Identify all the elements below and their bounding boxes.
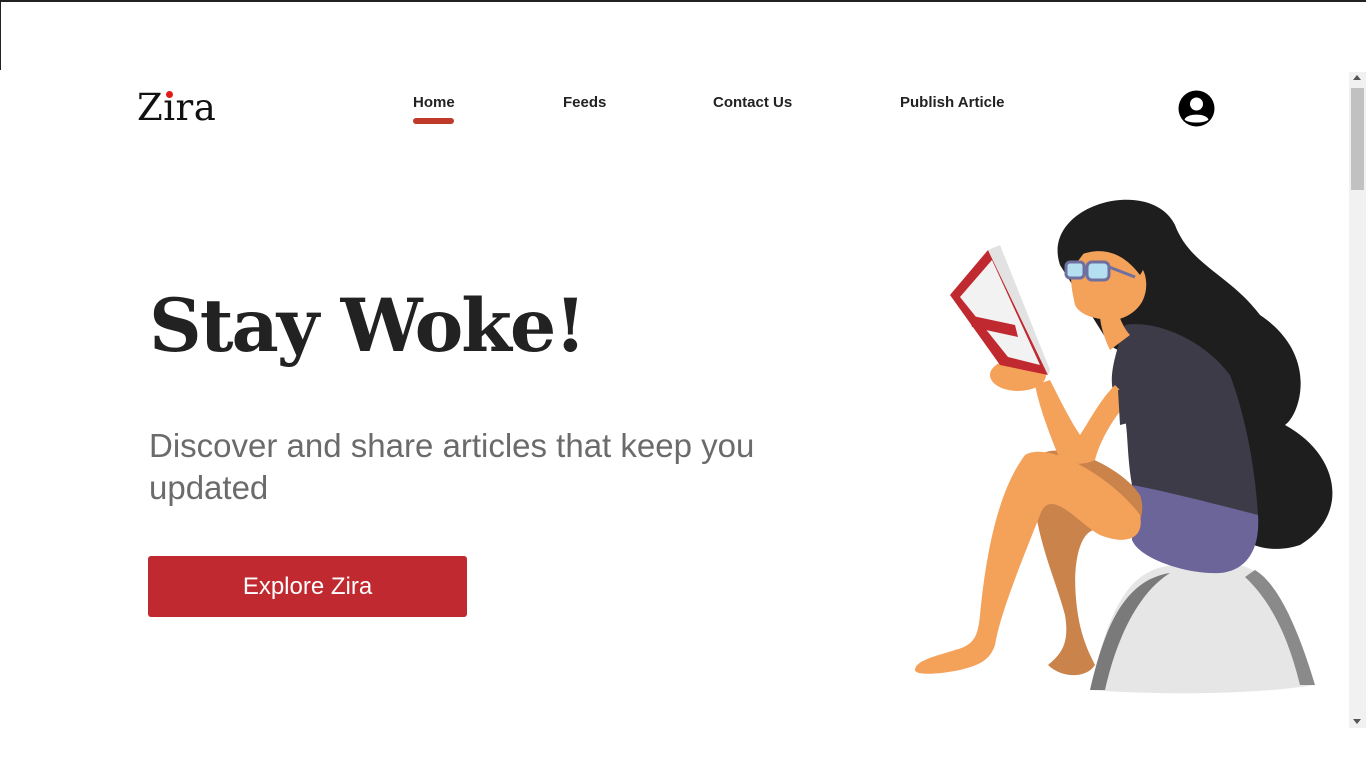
scroll-down-arrow-icon[interactable] [1353, 719, 1361, 724]
window-top-border [0, 0, 1366, 2]
hero-headline: Stay Woke! [149, 283, 586, 369]
page-scrollbar[interactable] [1349, 72, 1366, 728]
scroll-thumb[interactable] [1351, 88, 1364, 190]
user-circle-icon [1178, 90, 1215, 127]
nav-home[interactable]: Home [413, 94, 455, 111]
logo-dot-icon [166, 91, 173, 98]
nav-publish-article[interactable]: Publish Article [900, 94, 1004, 111]
nav-active-indicator [413, 118, 454, 124]
nav-feeds[interactable]: Feeds [563, 94, 606, 111]
scroll-up-arrow-icon[interactable] [1353, 75, 1361, 80]
brand-logo[interactable]: Zira [137, 86, 216, 130]
nav-contact-us[interactable]: Contact Us [713, 94, 792, 111]
woman-reading-book-illustration [915, 199, 1333, 694]
window-left-border [0, 0, 1, 70]
explore-button[interactable]: Explore Zira [148, 556, 467, 617]
hero-subtitle: Discover and share articles that keep yo… [149, 427, 755, 506]
profile-button[interactable] [1178, 90, 1215, 127]
